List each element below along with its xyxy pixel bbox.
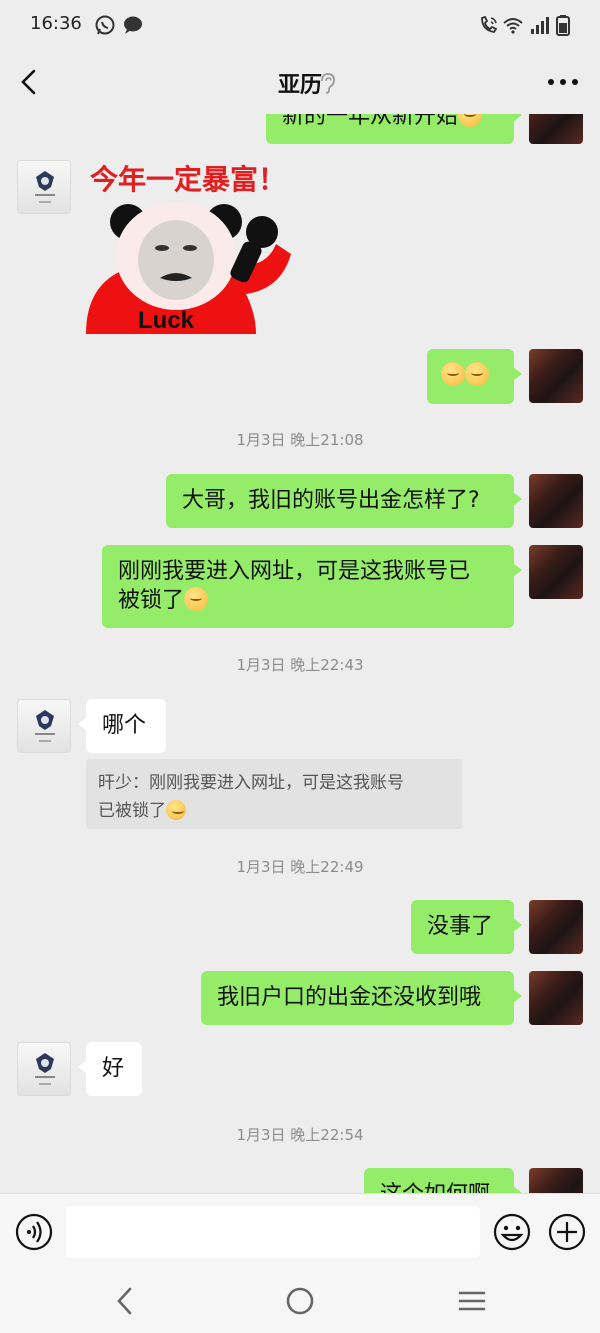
message-bubble-received[interactable]: 好 [78, 1042, 142, 1096]
message-text: 哪个 [102, 713, 147, 738]
timestamp: 1月3日 晚上22:49 [236, 858, 364, 876]
status-bar: 16:36 [0, 0, 600, 50]
message-text: 这个如何啊 [380, 1182, 490, 1193]
my-avatar[interactable] [529, 349, 583, 403]
quote-text-line1: 旰少：刚刚我要进入网址，可是这我账号 [98, 773, 404, 793]
my-avatar[interactable] [529, 545, 583, 599]
input-bar [0, 1193, 600, 1269]
message-bubble-sent[interactable]: 没事了 [411, 900, 522, 954]
ear-icon [321, 73, 335, 94]
emoji-icon[interactable] [492, 1212, 532, 1252]
nav-back-icon[interactable] [106, 1283, 146, 1319]
signal-icon [531, 17, 549, 34]
system-nav-bar [0, 1269, 600, 1333]
message-bubble-sent[interactable] [427, 349, 522, 404]
my-avatar[interactable] [529, 474, 583, 528]
status-time: 16:36 [30, 13, 82, 34]
message-text-line2: 被锁了 [118, 588, 185, 613]
contact-avatar[interactable] [17, 160, 71, 214]
message-bubble-sent[interactable]: 新的一年从新开始 [266, 114, 522, 144]
message-input[interactable] [66, 1206, 480, 1258]
contact-logo-icon [35, 171, 55, 203]
message-bubble-received[interactable]: 哪个 [78, 699, 166, 753]
sticker-shirt-text: Luck [138, 307, 195, 334]
timestamp: 1月3日 晚上21:08 [236, 431, 364, 449]
sticker-caption: 今年一定暴富！ [90, 163, 287, 196]
voice-icon[interactable] [14, 1212, 54, 1252]
whatsapp-icon [95, 15, 115, 35]
emoji-icon [184, 587, 209, 611]
message-text: 没事了 [427, 914, 494, 939]
chat-icon [124, 16, 142, 34]
nav-home-icon[interactable] [280, 1283, 320, 1319]
contact-logo-icon [35, 710, 55, 742]
quote-text-line2: 已被锁了 [98, 801, 166, 821]
sticker-image[interactable]: 今年一定暴富！ Luck [86, 158, 306, 334]
contact-avatar[interactable] [17, 1042, 71, 1096]
contact-avatar[interactable] [17, 699, 71, 753]
message-bubble-sent[interactable]: 我旧户口的出金还没收到哦 [201, 971, 522, 1025]
chat-title: 亚历 [277, 73, 322, 98]
message-text: 好 [102, 1056, 125, 1081]
message-text-line1: 刚刚我要进入网址，可是这我账号已 [118, 559, 471, 584]
panda-sticker-icon: Luck [86, 202, 291, 334]
message-bubble-sent[interactable]: 这个如何啊 [364, 1168, 522, 1193]
emoji-icon [166, 800, 186, 820]
wifi-icon [503, 18, 523, 34]
more-icon[interactable] [546, 72, 580, 92]
my-avatar[interactable] [529, 900, 583, 954]
emoji-icon [465, 362, 489, 386]
message-bubble-sent[interactable]: 刚刚我要进入网址，可是这我账号已 被锁了 [102, 545, 522, 628]
plus-icon[interactable] [547, 1212, 587, 1252]
timestamp: 1月3日 晚上22:54 [236, 1126, 364, 1144]
emoji-icon [458, 114, 483, 127]
contact-logo-icon [35, 1053, 55, 1085]
chat-scroll-area[interactable]: 新的一年从新开始 今年一定暴富！ Luck 1月3日 晚上21:08 大哥，我旧… [0, 114, 600, 1193]
chat-header: 亚历 [0, 50, 600, 114]
timestamp: 1月3日 晚上22:43 [236, 656, 364, 674]
battery-icon [556, 15, 570, 36]
my-avatar[interactable] [529, 971, 583, 1025]
my-avatar[interactable] [529, 114, 583, 144]
message-text: 新的一年从新开始 [282, 114, 459, 129]
message-bubble-sent[interactable]: 大哥，我旧的账号出金怎样了? [166, 474, 522, 528]
message-text: 我旧户口的出金还没收到哦 [217, 985, 482, 1010]
my-avatar[interactable] [529, 1168, 583, 1193]
wifi-call-icon [481, 15, 498, 33]
emoji-icon [441, 362, 465, 386]
quoted-message[interactable]: 旰少：刚刚我要进入网址，可是这我账号 已被锁了 [86, 759, 462, 829]
nav-recents-icon[interactable] [452, 1283, 492, 1319]
message-text: 大哥，我旧的账号出金怎样了? [182, 488, 480, 513]
